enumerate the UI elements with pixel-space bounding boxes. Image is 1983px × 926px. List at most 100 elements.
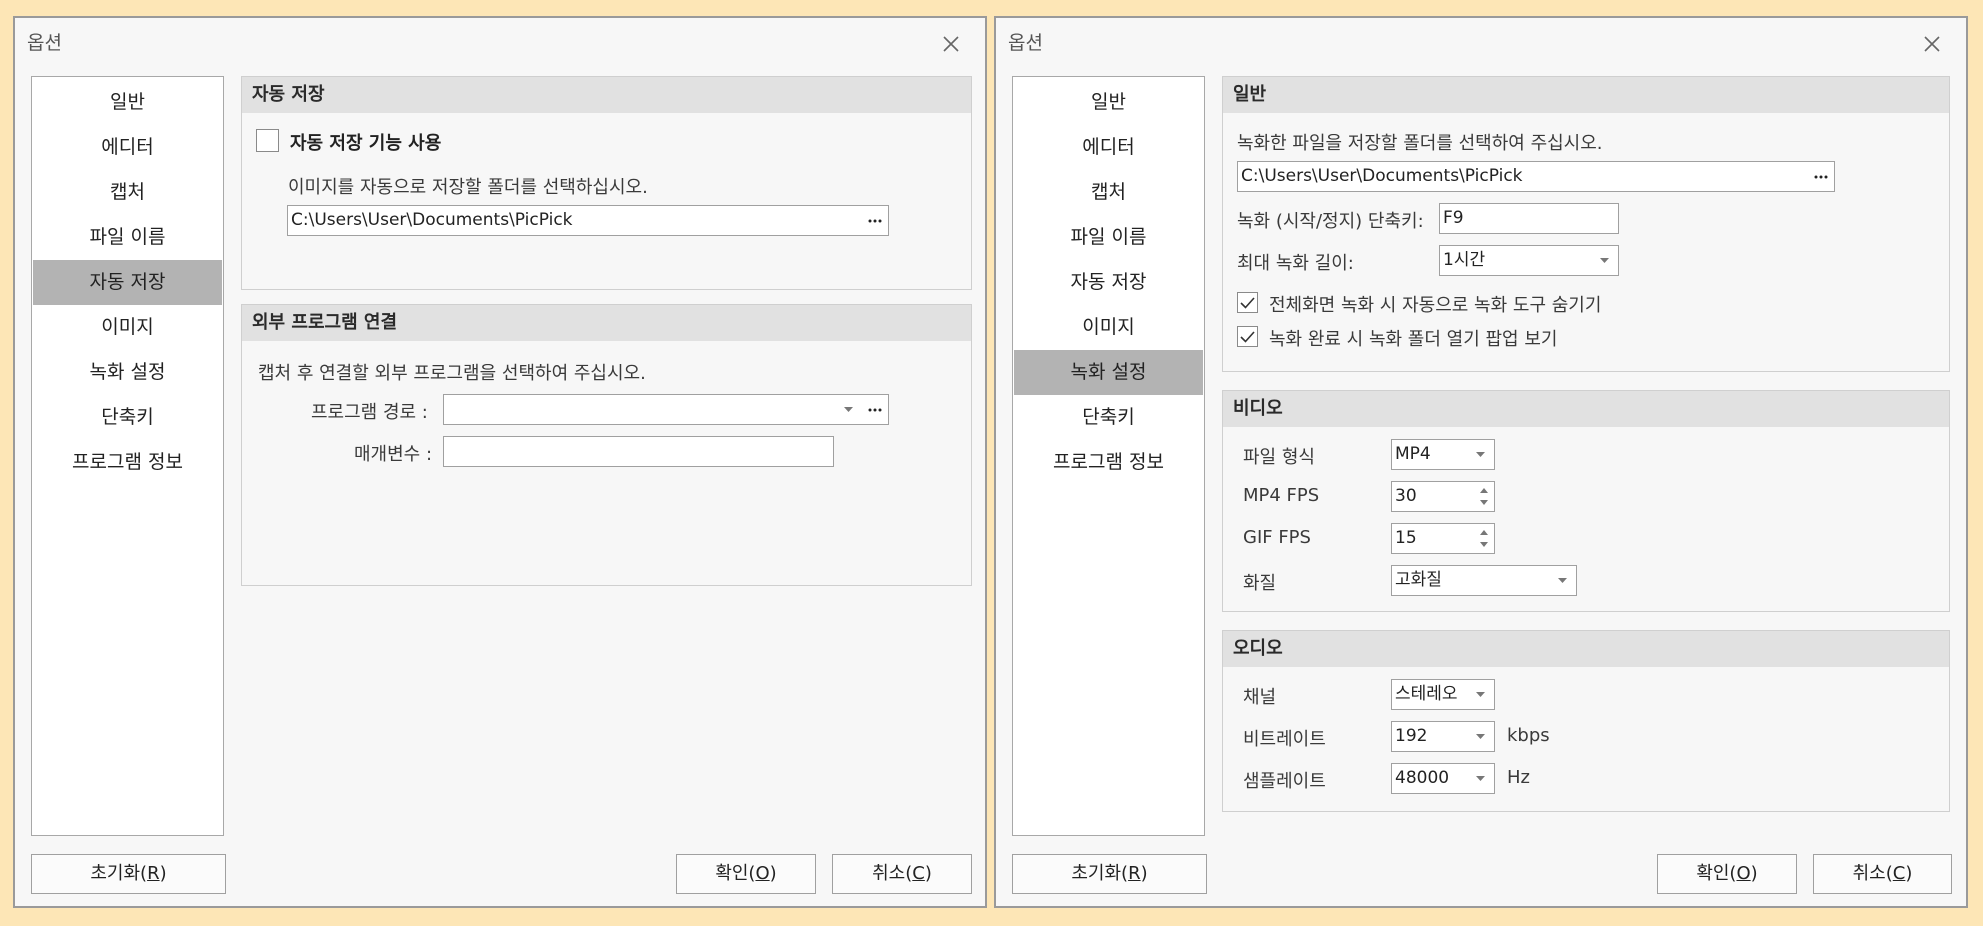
max-length-value: 1시간	[1443, 250, 1486, 270]
chevron-down-icon	[1475, 776, 1485, 781]
reset-close-paren: )	[159, 863, 167, 884]
spinner-arrows-icon	[1480, 530, 1488, 547]
cancel-button[interactable]: 취소(C)	[1813, 854, 1952, 894]
ok-label: 확인(	[715, 863, 756, 884]
reset-button[interactable]: 초기화(R)	[31, 854, 226, 894]
reset-close-paren: )	[1140, 863, 1148, 884]
nav-item-image[interactable]: 이미지	[33, 305, 222, 350]
gif-fps-spinner[interactable]: 15	[1391, 523, 1495, 554]
nav-item-filename[interactable]: 파일 이름	[33, 215, 222, 260]
ellipsis-icon	[1814, 175, 1828, 178]
cancel-close-paren: )	[924, 863, 932, 884]
file-format-select[interactable]: MP4	[1391, 439, 1495, 470]
max-length-label: 최대 녹화 길이:	[1237, 253, 1354, 274]
recording-path-field[interactable]: C:\Users\User\Documents\PicPick	[1237, 161, 1835, 192]
open-popup-checkbox[interactable]	[1237, 326, 1258, 347]
program-path-browse-button[interactable]	[862, 395, 888, 424]
autosave-path-field[interactable]: C:\Users\User\Documents\PicPick	[287, 205, 889, 236]
spinner-arrows-icon	[1480, 488, 1488, 505]
nav-item-autosave[interactable]: 자동 저장	[33, 260, 222, 305]
params-field[interactable]	[443, 436, 834, 467]
bitrate-dropdown[interactable]	[1470, 722, 1490, 751]
video-group: 비디오 파일 형식 MP4 MP4 FPS 30 GIF FPS 15 화질 고…	[1222, 390, 1950, 612]
recording-general-group: 일반 녹화한 파일을 저장할 폴더를 선택하여 주십시오. C:\Users\U…	[1222, 76, 1950, 372]
nav-item-autosave[interactable]: 자동 저장	[1014, 260, 1203, 305]
samplerate-unit: Hz	[1507, 767, 1530, 788]
nav-item-editor[interactable]: 에디터	[1014, 125, 1203, 170]
chevron-down-icon	[843, 407, 853, 412]
hide-tools-label[interactable]: 전체화면 녹화 시 자동으로 녹화 도구 숨기기	[1269, 291, 1601, 317]
bitrate-select[interactable]: 192	[1391, 721, 1495, 752]
chevron-down-icon	[1599, 258, 1609, 263]
ok-button[interactable]: 확인(O)	[676, 854, 816, 894]
options-nav: 일반 에디터 캡처 파일 이름 자동 저장 이미지 녹화 설정 단축키 프로그램…	[31, 76, 224, 836]
checkmark-icon	[1240, 296, 1255, 309]
max-length-select[interactable]: 1시간	[1439, 245, 1619, 276]
options-dialog-right: 옵션 일반 에디터 캡처 파일 이름 자동 저장 이미지 녹화 설정 단축키 프…	[994, 16, 1968, 908]
reset-button[interactable]: 초기화(R)	[1012, 854, 1207, 894]
quality-value: 고화질	[1395, 570, 1442, 590]
hide-tools-checkbox[interactable]	[1237, 292, 1258, 313]
nav-item-editor[interactable]: 에디터	[33, 125, 222, 170]
reset-mnemonic: R	[147, 863, 160, 884]
browse-button[interactable]	[1808, 162, 1834, 191]
nav-item-about[interactable]: 프로그램 정보	[1014, 440, 1203, 485]
quality-select[interactable]: 고화질	[1391, 565, 1577, 596]
title-bar: 옵션	[15, 18, 985, 74]
external-description: 캡처 후 연결할 외부 프로그램을 선택하여 주십시오.	[258, 363, 646, 384]
autosave-header: 자동 저장	[242, 77, 971, 113]
recording-folder-description: 녹화한 파일을 저장할 폴더를 선택하여 주십시오.	[1237, 133, 1603, 154]
recording-path-value: C:\Users\User\Documents\PicPick	[1241, 166, 1523, 186]
samplerate-select[interactable]: 48000	[1391, 763, 1495, 794]
nav-item-general[interactable]: 일반	[33, 80, 222, 125]
nav-item-general[interactable]: 일반	[1014, 80, 1203, 125]
nav-item-hotkeys[interactable]: 단축키	[1014, 395, 1203, 440]
channel-select[interactable]: 스테레오	[1391, 679, 1495, 710]
bitrate-label: 비트레이트	[1243, 729, 1326, 750]
close-icon	[943, 36, 959, 52]
options-dialog-left: 옵션 일반 에디터 캡처 파일 이름 자동 저장 이미지 녹화 설정 단축키 프…	[13, 16, 987, 908]
bitrate-unit: kbps	[1507, 725, 1550, 746]
chevron-down-icon	[1557, 578, 1567, 583]
video-header: 비디오	[1223, 391, 1949, 427]
dialog-title: 옵션	[27, 32, 62, 54]
samplerate-dropdown[interactable]	[1470, 764, 1490, 793]
autosave-checkbox[interactable]	[256, 129, 279, 152]
nav-item-recording[interactable]: 녹화 설정	[1014, 350, 1203, 395]
program-path-dropdown[interactable]	[838, 395, 858, 424]
gif-fps-stepper[interactable]	[1474, 524, 1494, 553]
channel-dropdown[interactable]	[1470, 680, 1490, 709]
mp4-fps-spinner[interactable]: 30	[1391, 481, 1495, 512]
program-path-combo[interactable]	[443, 394, 889, 425]
quality-dropdown[interactable]	[1552, 566, 1572, 595]
samplerate-value: 48000	[1395, 768, 1450, 788]
ok-button[interactable]: 확인(O)	[1657, 854, 1797, 894]
ellipsis-icon	[868, 219, 882, 222]
nav-item-hotkeys[interactable]: 단축키	[33, 395, 222, 440]
reset-label: 초기화(	[1071, 863, 1129, 884]
program-path-label: 프로그램 경로 :	[311, 402, 428, 423]
hotkey-field[interactable]: F9	[1439, 203, 1619, 234]
cancel-mnemonic: C	[912, 863, 925, 884]
close-button[interactable]	[1912, 24, 1952, 64]
nav-item-about[interactable]: 프로그램 정보	[33, 440, 222, 485]
audio-header: 오디오	[1223, 631, 1949, 667]
nav-item-filename[interactable]: 파일 이름	[1014, 215, 1203, 260]
cancel-button[interactable]: 취소(C)	[832, 854, 972, 894]
nav-item-recording[interactable]: 녹화 설정	[33, 350, 222, 395]
reset-label: 초기화(	[90, 863, 148, 884]
browse-button[interactable]	[862, 206, 888, 235]
open-popup-label[interactable]: 녹화 완료 시 녹화 폴더 열기 팝업 보기	[1269, 325, 1557, 351]
close-button[interactable]	[931, 24, 971, 64]
mp4-fps-stepper[interactable]	[1474, 482, 1494, 511]
autosave-checkbox-label[interactable]: 자동 저장 기능 사용	[290, 129, 441, 155]
ok-close-paren: )	[769, 863, 777, 884]
autosave-description: 이미지를 자동으로 저장할 폴더를 선택하십시오.	[288, 177, 648, 198]
nav-item-capture[interactable]: 캡처	[1014, 170, 1203, 215]
title-bar: 옵션	[996, 18, 1966, 74]
nav-item-image[interactable]: 이미지	[1014, 305, 1203, 350]
max-length-dropdown[interactable]	[1594, 246, 1614, 275]
file-format-dropdown[interactable]	[1470, 440, 1490, 469]
nav-item-capture[interactable]: 캡처	[33, 170, 222, 215]
external-program-header: 외부 프로그램 연결	[242, 305, 971, 341]
